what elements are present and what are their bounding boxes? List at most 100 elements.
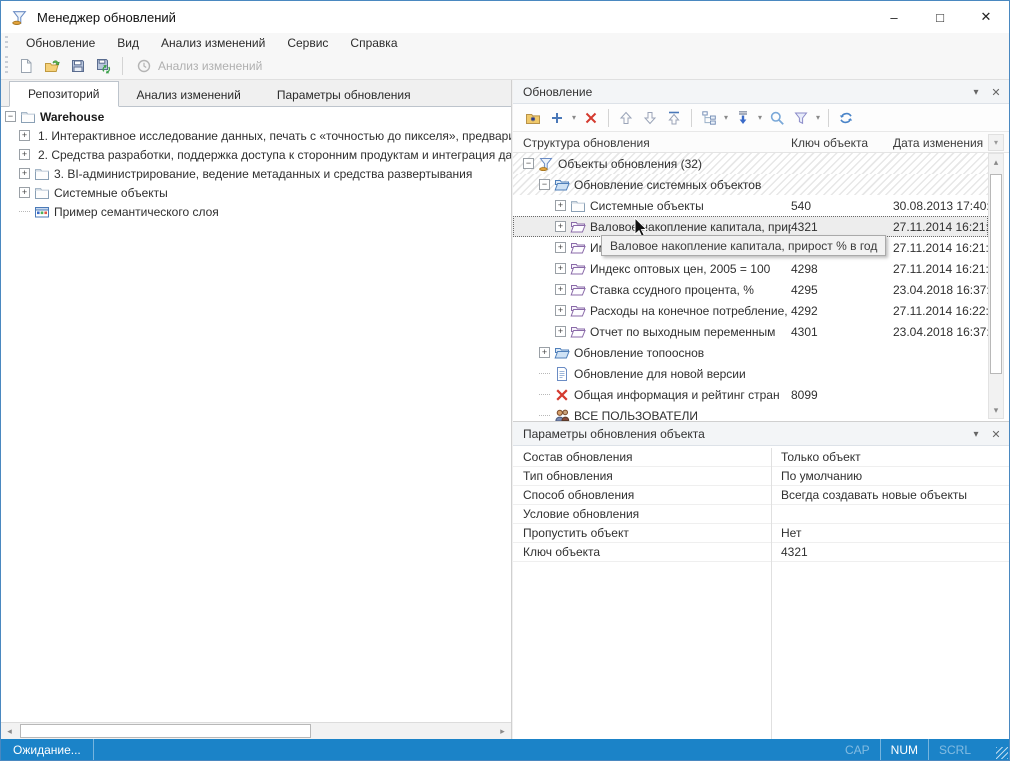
expander-icon[interactable]: − — [539, 179, 550, 190]
expander-icon[interactable]: + — [19, 187, 30, 198]
property-grid-divider[interactable] — [771, 448, 772, 739]
tab[interactable]: Репозиторий — [9, 81, 119, 107]
scroll-up-icon[interactable]: ▴ — [989, 154, 1003, 170]
delete-button[interactable] — [579, 106, 603, 130]
dropdown-caret-icon[interactable]: ▾ — [721, 113, 731, 122]
expander-icon[interactable]: + — [555, 242, 566, 253]
scroll-down-icon[interactable]: ▾ — [989, 402, 1003, 418]
expander-icon[interactable]: + — [539, 347, 550, 358]
minimize-button[interactable]: – — [871, 1, 917, 33]
expander-icon[interactable]: + — [555, 221, 566, 232]
resize-grip[interactable] — [996, 747, 1008, 759]
column-chooser-icon[interactable]: ▾ — [988, 134, 1004, 151]
scroll-right-icon[interactable]: ▸ — [494, 723, 511, 739]
property-name: Пропустить объект — [513, 526, 771, 540]
folder-icon — [570, 198, 586, 214]
chevron-down-icon[interactable]: ▾ — [967, 422, 985, 446]
open-folder-button[interactable] — [39, 54, 65, 78]
new-document-button[interactable] — [13, 54, 39, 78]
save-database-button[interactable] — [91, 54, 117, 78]
tree-item[interactable]: +1. Интерактивное исследование данных, п… — [1, 126, 511, 145]
row-label: Объекты обновления (32) — [558, 157, 702, 171]
tree-item[interactable]: +2. Средства разработки, поддержка досту… — [1, 145, 511, 164]
tree-item[interactable]: Пример семантического слоя — [1, 202, 511, 221]
import-button[interactable] — [731, 106, 755, 130]
table-row[interactable]: +Системные объекты54030.08.2013 17:40:15 — [513, 195, 988, 216]
users-icon — [554, 408, 570, 422]
add-button[interactable] — [545, 106, 569, 130]
row-key-cell — [791, 174, 891, 195]
folder-icon — [34, 166, 50, 182]
tree-item[interactable]: −Warehouse — [1, 107, 511, 126]
table-row[interactable]: Общая информация и рейтинг стран8099 — [513, 384, 988, 405]
search-button[interactable] — [765, 106, 789, 130]
move-down-icon — [642, 110, 658, 126]
close-button[interactable]: ✕ — [963, 1, 1009, 33]
expander-icon[interactable]: + — [19, 168, 30, 179]
expander-icon[interactable]: + — [555, 200, 566, 211]
property-row[interactable]: Условие обновления — [513, 505, 1009, 524]
expander-icon[interactable]: + — [555, 263, 566, 274]
expander-icon[interactable]: + — [555, 326, 566, 337]
column-header-key[interactable]: Ключ объекта — [791, 132, 891, 153]
expander-icon[interactable]: − — [523, 158, 534, 169]
table-row[interactable]: −Обновление системных объектов — [513, 174, 988, 195]
table-row[interactable]: ВСЕ ПОЛЬЗОВАТЕЛИ — [513, 405, 988, 421]
table-row[interactable]: +Обновление топооснов — [513, 342, 988, 363]
vertical-scrollbar[interactable]: ▴ ▾ — [988, 153, 1004, 419]
dropdown-caret-icon[interactable]: ▾ — [813, 113, 823, 122]
table-row[interactable]: +Ставка ссудного процента, %429523.04.20… — [513, 279, 988, 300]
move-down-button[interactable] — [638, 106, 662, 130]
expander-icon[interactable]: − — [5, 111, 16, 122]
menu-item[interactable]: Сервис — [276, 34, 339, 52]
table-row[interactable]: − Объекты обновления (32) — [513, 153, 988, 174]
expander-icon[interactable]: + — [19, 149, 30, 160]
new-folder-button[interactable] — [521, 106, 545, 130]
close-icon[interactable]: ✕ — [987, 80, 1005, 104]
property-row[interactable]: Пропустить объектНет — [513, 524, 1009, 543]
tree-item[interactable]: +Системные объекты — [1, 183, 511, 202]
move-up-button[interactable] — [614, 106, 638, 130]
row-key-cell: 4301 — [791, 321, 891, 342]
close-icon[interactable]: ✕ — [987, 422, 1005, 446]
dropdown-caret-icon[interactable]: ▾ — [755, 113, 765, 122]
table-row[interactable]: Обновление для новой версии — [513, 363, 988, 384]
chevron-down-icon[interactable]: ▾ — [967, 80, 985, 104]
table-row[interactable]: +Отчет по выходным переменным430123.04.2… — [513, 321, 988, 342]
property-row[interactable]: Способ обновленияВсегда создавать новые … — [513, 486, 1009, 505]
dropdown-caret-icon[interactable]: ▾ — [569, 113, 579, 122]
expander-icon[interactable]: + — [19, 130, 30, 141]
menu-item[interactable]: Вид — [106, 34, 150, 52]
tree-view-button[interactable] — [697, 106, 721, 130]
maximize-button[interactable]: □ — [917, 1, 963, 33]
row-label: Обновление для новой версии — [574, 367, 746, 381]
tab[interactable]: Анализ изменений — [119, 83, 259, 107]
save-button[interactable] — [65, 54, 91, 78]
refresh-button[interactable] — [834, 106, 858, 130]
move-top-button[interactable] — [662, 106, 686, 130]
tree-connector — [539, 394, 550, 395]
property-row[interactable]: Тип обновленияПо умолчанию — [513, 467, 1009, 486]
property-row[interactable]: Ключ объекта4321 — [513, 543, 1009, 562]
filter-button[interactable] — [789, 106, 813, 130]
scrollbar-thumb[interactable] — [990, 174, 1002, 374]
column-header-date[interactable]: Дата изменения — [893, 132, 988, 153]
row-key-cell — [791, 405, 891, 421]
column-header-structure[interactable]: Структура обновления — [523, 132, 788, 153]
scroll-left-icon[interactable]: ◂ — [1, 723, 18, 739]
expander-icon[interactable]: + — [555, 305, 566, 316]
menu-item[interactable]: Справка — [339, 34, 408, 52]
property-row[interactable]: Состав обновленияТолько объект — [513, 448, 1009, 467]
horizontal-scrollbar[interactable]: ◂ ▸ — [1, 722, 511, 739]
table-row[interactable]: +Расходы на конечное потребление, и42922… — [513, 300, 988, 321]
table-row[interactable]: +Индекс оптовых цен, 2005 = 100429827.11… — [513, 258, 988, 279]
analysis-button[interactable]: Анализ изменений — [128, 58, 270, 74]
menu-item[interactable]: Анализ изменений — [150, 34, 276, 52]
scrollbar-thumb[interactable] — [20, 724, 311, 738]
table-row[interactable]: +Валовое накопление капитала, прирост % … — [513, 216, 988, 237]
menu-item[interactable]: Обновление — [15, 34, 106, 52]
tab[interactable]: Параметры обновления — [259, 83, 429, 107]
expander-icon[interactable]: + — [555, 284, 566, 295]
left-tab-strip: РепозиторийАнализ измененийПараметры обн… — [1, 80, 511, 107]
tree-item[interactable]: +3. BI-администрирование, ведение метада… — [1, 164, 511, 183]
